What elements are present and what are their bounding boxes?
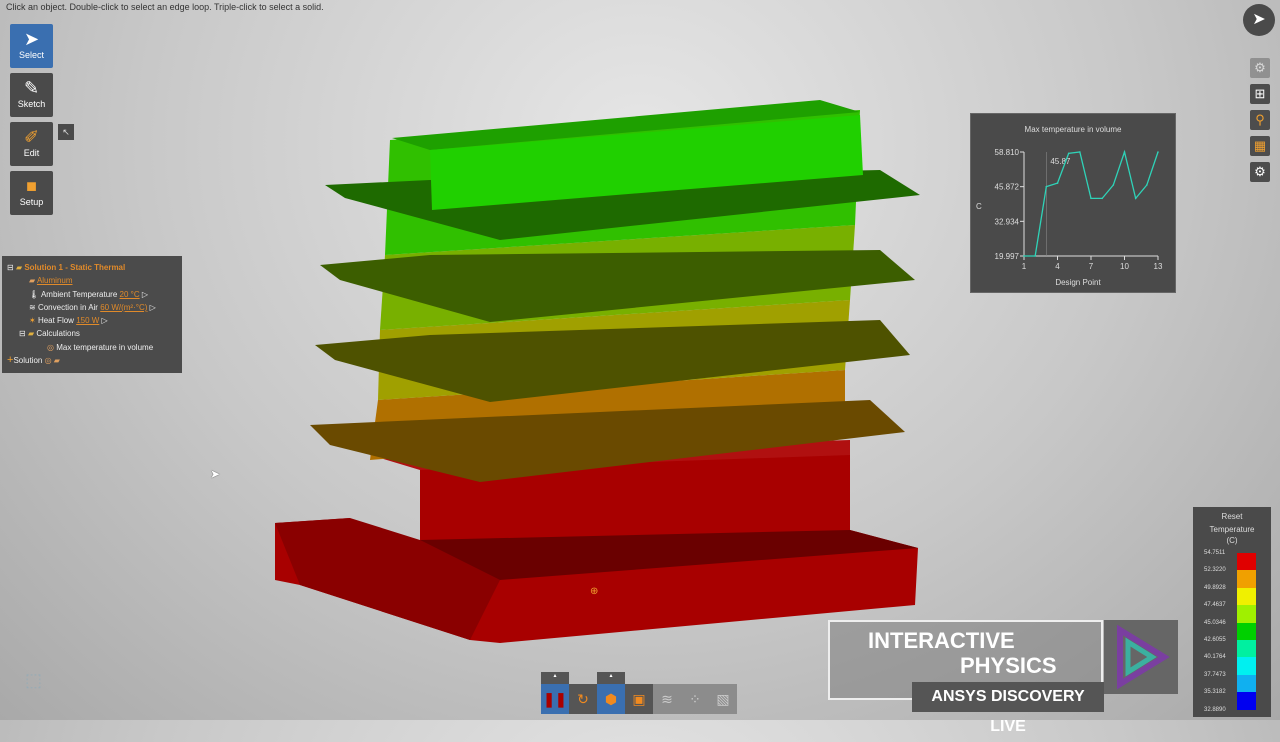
y-tick-label: 45.872 <box>995 183 1020 192</box>
x-tick-label: 7 <box>1089 262 1094 271</box>
chart-plot: 19.997 32.934 45.872 58.810 1 4 7 10 13 45.87 <box>995 148 1163 271</box>
particles-icon: ⁘ <box>689 691 701 707</box>
data-point <box>1034 255 1036 257</box>
legend-label: 37.7473 <box>1204 671 1226 678</box>
restart-icon: ↻ <box>577 691 589 707</box>
heatsink-model[interactable] <box>0 0 1280 720</box>
legend-swatch <box>1237 692 1256 710</box>
y-tick-label: 32.934 <box>995 217 1020 226</box>
max-temp-chart: Max temperature in volume C Design Point… <box>970 113 1176 293</box>
settings-disabled-icon: ⚙ <box>1250 58 1270 78</box>
data-point <box>1101 197 1103 200</box>
streamlines-icon: ≋ <box>661 691 673 707</box>
x-tick-label: 13 <box>1154 262 1163 271</box>
series-line <box>1024 149 1159 257</box>
data-point <box>1112 184 1115 186</box>
legend-swatch <box>1237 553 1256 571</box>
section-icon: ▣ <box>632 691 646 707</box>
structure-tree-icon[interactable]: ⊞ <box>1250 84 1270 104</box>
legend-swatch <box>1237 622 1256 641</box>
data-point <box>1123 151 1126 153</box>
gear-icon[interactable]: ⚙ <box>1250 162 1270 182</box>
data-point <box>1056 182 1059 184</box>
x-tick-label: 10 <box>1120 262 1129 271</box>
legend-label: 35.3182 <box>1204 689 1226 696</box>
particles-button[interactable]: ⁘ <box>681 684 709 714</box>
legend-label: 49.8928 <box>1204 584 1226 591</box>
legend-swatch <box>1237 570 1256 588</box>
heat-source-icon[interactable]: ⊕ <box>590 586 598 597</box>
streamlines-button[interactable]: ≋ <box>653 684 681 714</box>
brand-overlay: INTERACTIVE PHYSICS ANSYS DISCOVERY LIVE <box>828 620 1178 735</box>
brand-line3: ANSYS DISCOVERY LIVE <box>912 682 1104 735</box>
surface-button[interactable]: ▧ <box>709 684 737 714</box>
bottom-toolbar: ❚❚ ↻ ⬢ ▣ ≋ ⁘ ▧ <box>541 684 737 714</box>
data-point <box>1045 185 1048 188</box>
surface-icon: ▧ <box>716 691 730 707</box>
temperature-legend: Reset Temperature (C) 54.7511 52.3220 49.8… <box>1193 507 1271 717</box>
probe-icon[interactable]: ⚲ <box>1250 110 1270 130</box>
x-tick-label: 1 <box>1022 262 1027 271</box>
legend-swatch <box>1237 674 1256 693</box>
cube-icon: ⬢ <box>604 691 618 707</box>
pause-icon: ❚❚ <box>543 691 567 707</box>
section-view-button[interactable]: ▣ <box>625 684 653 714</box>
x-tick-label: 4 <box>1055 262 1060 271</box>
brand-line1: INTERACTIVE <box>868 628 1015 653</box>
legend-label: 32.8890 <box>1204 706 1226 713</box>
legend-swatch <box>1237 640 1256 658</box>
y-tick-label: 19.997 <box>995 252 1020 261</box>
data-point <box>1090 197 1092 200</box>
ansys-logo <box>1104 620 1178 694</box>
legend-label: 47.4637 <box>1204 602 1226 609</box>
legend-label: 54.7511 <box>1204 550 1226 556</box>
data-point <box>1067 152 1070 155</box>
mouse-cursor-icon: ➤ <box>210 467 221 481</box>
data-point <box>1079 151 1081 153</box>
legend-title: Temperature <box>1209 525 1255 534</box>
y-tick-label: 58.810 <box>995 148 1020 157</box>
legend-label: 52.3220 <box>1204 567 1226 574</box>
data-point <box>1157 151 1159 153</box>
marker-label: 45.87 <box>1050 157 1071 166</box>
playback-tab[interactable]: ▴ <box>541 672 569 684</box>
legend-reset-button[interactable]: Reset <box>1193 512 1271 521</box>
view-cube-icon[interactable]: ⬚ <box>25 670 55 698</box>
legend-swatch <box>1237 587 1256 606</box>
brand-line2: PHYSICS <box>960 653 1057 678</box>
materials-icon[interactable]: ▦ <box>1250 136 1270 156</box>
pointer-mode-button[interactable]: ➤ <box>1243 4 1275 36</box>
legend-unit: (C) <box>1226 536 1238 545</box>
view-tab[interactable]: ▴ <box>597 672 625 684</box>
data-point <box>1146 184 1148 186</box>
legend-label: 45.0346 <box>1204 619 1226 626</box>
data-point <box>1023 255 1025 257</box>
pause-button[interactable]: ❚❚ <box>541 684 569 714</box>
legend-swatch <box>1237 657 1256 675</box>
restart-button[interactable]: ↻ <box>569 684 597 714</box>
legend-label: 40.1764 <box>1204 654 1226 661</box>
solid-view-button[interactable]: ⬢ <box>597 684 625 714</box>
data-point <box>1134 197 1137 200</box>
legend-swatch <box>1237 605 1256 623</box>
legend-label: 42.6055 <box>1204 637 1226 643</box>
